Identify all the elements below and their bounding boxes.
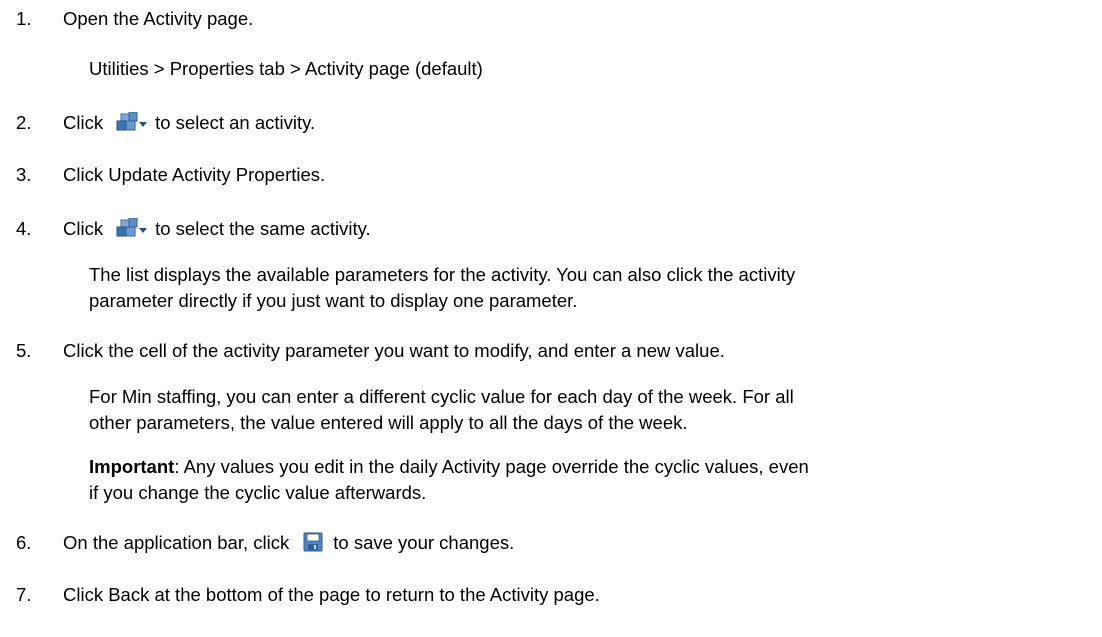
activity-select-icon	[115, 111, 149, 137]
step-text-post: to save your changes.	[333, 532, 515, 553]
navigation-path: Utilities > Properties tab > Activity pa…	[89, 58, 483, 79]
step-number: 3.	[16, 164, 32, 185]
step-number: 5.	[16, 340, 32, 361]
document: 1. Open the Activity page. Utilities > P…	[0, 0, 1102, 637]
step-text-post: to select an activity.	[155, 112, 316, 133]
important-note: Important: Any values you edit in the da…	[89, 456, 809, 503]
step-number: 2.	[16, 112, 32, 133]
step-number: 6.	[16, 532, 32, 553]
min-staffing-note: For Min staffing, you can enter a differ…	[89, 386, 794, 433]
step-number: 1.	[16, 8, 32, 29]
step-text: Click the cell of the activity parameter…	[63, 340, 725, 361]
save-icon	[303, 532, 323, 557]
list-description: The list displays the available paramete…	[89, 264, 796, 311]
step-text-pre: Click	[63, 112, 104, 133]
activity-select-icon	[115, 217, 149, 243]
step-text: Click Update Activity Properties.	[63, 164, 326, 185]
step-text-pre: On the application bar, click	[63, 532, 290, 553]
important-label: Important	[89, 456, 175, 477]
step-text-post: to select the same activity.	[155, 218, 371, 239]
step-number: 4.	[16, 218, 32, 239]
step-number: 7.	[16, 584, 32, 605]
step-text-pre: Click	[63, 218, 104, 239]
step-text: Click Back at the bottom of the page to …	[63, 584, 600, 605]
step-text: Open the Activity page.	[63, 8, 254, 29]
